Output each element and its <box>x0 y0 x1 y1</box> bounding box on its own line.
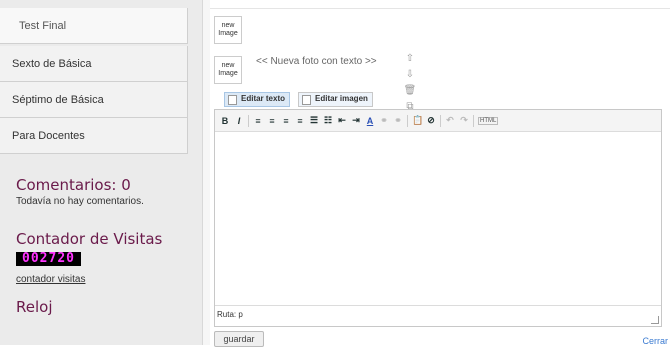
top-divider <box>210 8 670 9</box>
bold-button[interactable]: B <box>220 116 230 126</box>
toolbar-separator-3 <box>440 114 441 127</box>
text-color-button[interactable]: A <box>365 116 375 126</box>
unlink-button[interactable]: ⚭ <box>393 115 403 126</box>
toolbar-separator-2 <box>407 114 408 127</box>
sidebar-edge <box>202 0 210 345</box>
main-panel: new Image ⇧ ⇩ 🗑 ⧉ ✚ new Image << Nueva f… <box>210 0 670 347</box>
nav-item-septimo[interactable]: Séptimo de Básica <box>0 82 188 118</box>
tab-edit-image[interactable]: Editar imagen <box>298 92 373 107</box>
visit-counter-display: 002720 <box>16 252 81 266</box>
italic-button[interactable]: I <box>234 116 244 126</box>
tab-edit-text[interactable]: Editar texto <box>224 92 291 107</box>
toolbar-separator-4 <box>473 114 474 127</box>
bullet-list-button[interactable]: ☰ <box>309 115 319 126</box>
link-button[interactable]: ⚭ <box>379 115 389 126</box>
rich-text-editor: B I ≡ ≡ ≡ ≡ ☰ ☷ ⇤ ⇥ A ⚭ ⚭ 📋 ⊘ ↶ ↷ HTML R… <box>214 109 662 327</box>
align-right-button[interactable]: ≡ <box>281 116 291 126</box>
image-thumbnail-edit[interactable]: new Image <box>214 56 242 84</box>
move-up-icon[interactable]: ⇧ <box>403 52 417 66</box>
visit-counter-link[interactable]: contador visitas <box>16 274 85 285</box>
toolbar-separator <box>248 114 249 127</box>
paste-button[interactable]: 📋 <box>412 115 423 126</box>
undo-button[interactable]: ↶ <box>445 115 455 126</box>
redo-button[interactable]: ↷ <box>459 115 469 126</box>
editor-toolbar: B I ≡ ≡ ≡ ≡ ☰ ☷ ⇤ ⇥ A ⚭ ⚭ 📋 ⊘ ↶ ↷ HTML <box>215 110 661 132</box>
new-photo-text-link[interactable]: << Nueva foto con texto >> <box>256 56 377 67</box>
tab-edit-image-label: Editar imagen <box>315 94 368 103</box>
document-icon <box>228 95 237 105</box>
outdent-button[interactable]: ⇤ <box>337 115 347 126</box>
nav-item-sexto[interactable]: Sexto de Básica <box>0 46 188 82</box>
image-icon <box>302 95 311 105</box>
image-thumbnail-top[interactable]: new Image <box>214 16 242 44</box>
align-center-button[interactable]: ≡ <box>267 116 277 126</box>
resize-grip-icon[interactable] <box>651 316 659 324</box>
nav-item-docentes[interactable]: Para Docentes <box>0 118 188 154</box>
clear-format-button[interactable]: ⊘ <box>426 115 436 126</box>
move-down-icon[interactable]: ⇩ <box>403 68 417 82</box>
comments-text: Todavía no hay comentarios. <box>16 196 144 207</box>
html-source-button[interactable]: HTML <box>478 116 499 125</box>
align-justify-button[interactable]: ≡ <box>295 116 305 126</box>
editor-path-bar: Ruta: p <box>215 305 661 322</box>
indent-button[interactable]: ⇥ <box>351 115 361 126</box>
trash-icon[interactable]: 🗑 <box>403 84 417 98</box>
thumb-label: new Image <box>218 22 238 37</box>
align-left-button[interactable]: ≡ <box>253 116 263 126</box>
number-list-button[interactable]: ☷ <box>323 115 333 126</box>
sidebar: Test Final Sexto de Básica Séptimo de Bá… <box>0 0 210 345</box>
editor-content-area[interactable] <box>215 132 661 305</box>
visit-counter-title: Contador de Visitas <box>16 230 163 248</box>
nav-item-test-final[interactable]: Test Final <box>0 8 188 44</box>
comments-title: Comentarios: 0 <box>16 176 131 194</box>
thumb-label-2: new Image <box>218 62 238 77</box>
tab-edit-text-label: Editar texto <box>241 94 286 103</box>
clock-title: Reloj <box>16 298 53 316</box>
